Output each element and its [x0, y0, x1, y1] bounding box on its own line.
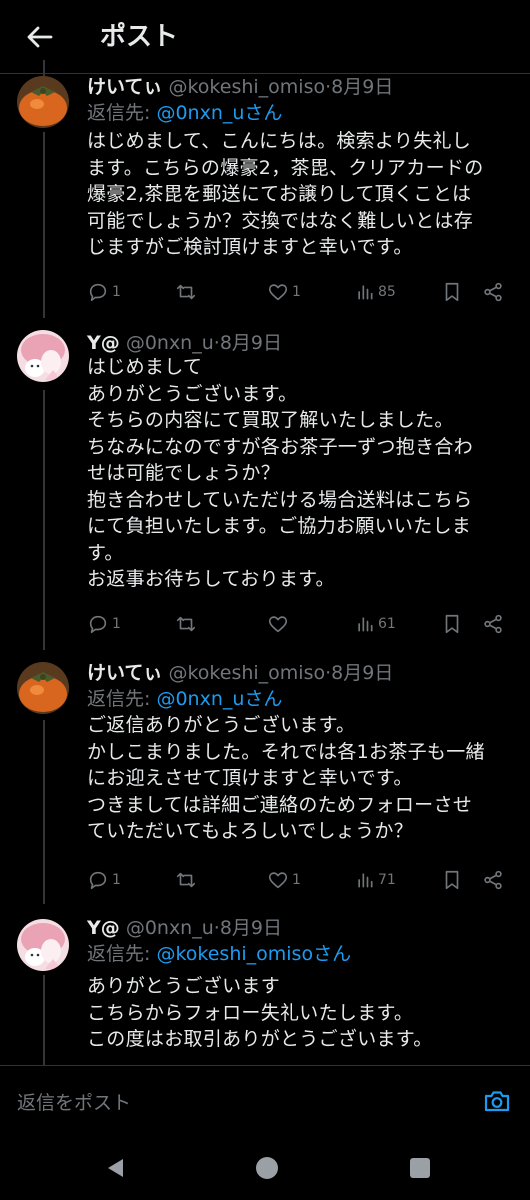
reply-icon — [89, 283, 107, 302]
share-button[interactable] — [482, 611, 504, 637]
arrow-left-icon — [27, 26, 53, 48]
reply-composer: 返信をポスト — [0, 1065, 530, 1135]
post-date[interactable]: 8月9日 — [220, 332, 282, 354]
repost-button[interactable] — [175, 867, 200, 893]
reply-button[interactable]: 1 — [87, 279, 121, 305]
like-count: 1 — [292, 872, 301, 888]
bookmark-icon — [445, 870, 459, 890]
post-actions: 1 1 85 — [87, 279, 512, 305]
display-name[interactable]: けいてぃ — [87, 662, 162, 684]
share-button[interactable] — [482, 867, 504, 893]
bookmark-button[interactable] — [442, 279, 462, 305]
page-title: ポスト — [100, 22, 179, 52]
views-icon — [358, 873, 373, 888]
post-header: Y@ @0nxn_u·8月9日 — [87, 330, 282, 356]
post-text: はじめまして、こんにちは。検索より失礼し ます。こちらの爆豪2，茶毘、クリアカー… — [87, 130, 484, 258]
share-icon — [484, 614, 502, 634]
views-button[interactable]: 85 — [355, 279, 396, 305]
user-handle[interactable]: @kokeshi_omiso — [168, 76, 325, 98]
user-handle[interactable]: @0nxn_u — [126, 917, 214, 939]
post-header: けいてぃ @kokeshi_omiso·8月9日 — [87, 660, 393, 686]
reply-context: 返信先: @kokeshi_omisoさん — [87, 941, 351, 967]
views-button[interactable]: 71 — [355, 867, 396, 893]
reply-context: 返信先: @0nxn_uさん — [87, 100, 282, 126]
avatar[interactable] — [17, 662, 69, 714]
heart-icon — [268, 284, 288, 301]
repost-button[interactable] — [175, 279, 200, 305]
repost-icon — [176, 284, 196, 300]
post-item[interactable]: けいてぃ @kokeshi_omiso·8月9日 返信先: @0nxn_uさん … — [0, 74, 530, 314]
reply-icon — [89, 871, 107, 890]
bookmark-button[interactable] — [442, 611, 462, 637]
heart-icon — [268, 872, 288, 889]
share-icon — [484, 870, 502, 890]
reply-input[interactable]: 返信をポスト — [17, 1088, 131, 1115]
view-count: 85 — [378, 284, 396, 300]
nav-back-icon — [108, 1159, 123, 1177]
reply-prefix: 返信先: — [87, 102, 157, 124]
post-item[interactable]: Y@ @0nxn_u·8月9日 返信先: @kokeshi_omisoさん あり… — [0, 915, 530, 1065]
reply-count: 1 — [112, 284, 121, 300]
like-count: 1 — [292, 284, 301, 300]
user-handle[interactable]: @kokeshi_omiso — [168, 662, 325, 684]
post-text: はじめまして ありがとうございます。 そちらの内容にて買取了解いたしました。 ち… — [87, 356, 474, 590]
views-icon — [358, 285, 373, 300]
display-name[interactable]: Y@ — [87, 917, 120, 939]
nav-recents-icon — [410, 1158, 430, 1178]
reply-mention-link[interactable]: @kokeshi_omisoさん — [156, 943, 351, 965]
system-nav-bar — [0, 1135, 530, 1200]
reply-prefix: 返信先: — [87, 688, 157, 710]
avatar[interactable] — [17, 330, 69, 382]
reply-button[interactable]: 1 — [87, 611, 121, 637]
post-text: ありがとうございます こちらからフォロー失礼いたします。 この度はお取引ありがと… — [87, 975, 433, 1050]
view-count: 61 — [378, 616, 396, 632]
heart-icon — [268, 616, 288, 633]
reply-count: 1 — [112, 616, 121, 632]
like-button[interactable] — [267, 611, 292, 637]
avatar[interactable] — [17, 76, 69, 128]
post-header: けいてぃ @kokeshi_omiso·8月9日 — [87, 74, 393, 100]
post-actions: 1 61 — [87, 611, 512, 637]
reply-context: 返信先: @0nxn_uさん — [87, 686, 282, 712]
top-app-bar: ポスト — [0, 0, 530, 74]
reply-icon — [89, 615, 107, 634]
nav-home-button[interactable] — [254, 1155, 280, 1181]
bookmark-icon — [445, 282, 459, 302]
share-button[interactable] — [482, 279, 504, 305]
like-button[interactable]: 1 — [267, 867, 301, 893]
post-item[interactable]: けいてぃ @kokeshi_omiso·8月9日 返信先: @0nxn_uさん … — [0, 660, 530, 900]
reply-mention-link[interactable]: @0nxn_uさん — [156, 688, 282, 710]
reply-button[interactable]: 1 — [87, 867, 121, 893]
display-name[interactable]: けいてぃ — [87, 76, 162, 98]
post-text: ご返信ありがとうございます。 かしこまりました。それでは各1お茶子も一緒 にお迎… — [87, 714, 485, 842]
like-button[interactable]: 1 — [267, 279, 301, 305]
nav-back-button[interactable] — [103, 1155, 129, 1181]
display-name[interactable]: Y@ — [87, 332, 120, 354]
nav-home-icon — [256, 1157, 278, 1179]
post-date[interactable]: 8月9日 — [331, 76, 393, 98]
post-header: Y@ @0nxn_u·8月9日 — [87, 915, 282, 941]
bookmark-icon — [445, 614, 459, 634]
nav-recents-button[interactable] — [407, 1155, 433, 1181]
post-date[interactable]: 8月9日 — [331, 662, 393, 684]
camera-icon — [484, 1091, 510, 1112]
avatar[interactable] — [17, 919, 69, 971]
post-item[interactable]: Y@ @0nxn_u·8月9日 はじめまして ありがとうございます。 そちらの内… — [0, 330, 530, 650]
reply-mention-link[interactable]: @0nxn_uさん — [156, 102, 282, 124]
bookmark-button[interactable] — [442, 867, 462, 893]
views-button[interactable]: 61 — [355, 611, 396, 637]
repost-button[interactable] — [175, 611, 200, 637]
repost-icon — [176, 872, 196, 888]
user-handle[interactable]: @0nxn_u — [126, 332, 214, 354]
reply-count: 1 — [112, 872, 121, 888]
post-actions: 1 1 71 — [87, 867, 512, 893]
view-count: 71 — [378, 872, 396, 888]
views-icon — [358, 617, 373, 632]
share-icon — [484, 282, 502, 302]
repost-icon — [176, 616, 196, 632]
camera-button[interactable] — [482, 1086, 512, 1116]
post-date[interactable]: 8月9日 — [220, 917, 282, 939]
back-button[interactable] — [22, 20, 56, 54]
reply-prefix: 返信先: — [87, 943, 157, 965]
